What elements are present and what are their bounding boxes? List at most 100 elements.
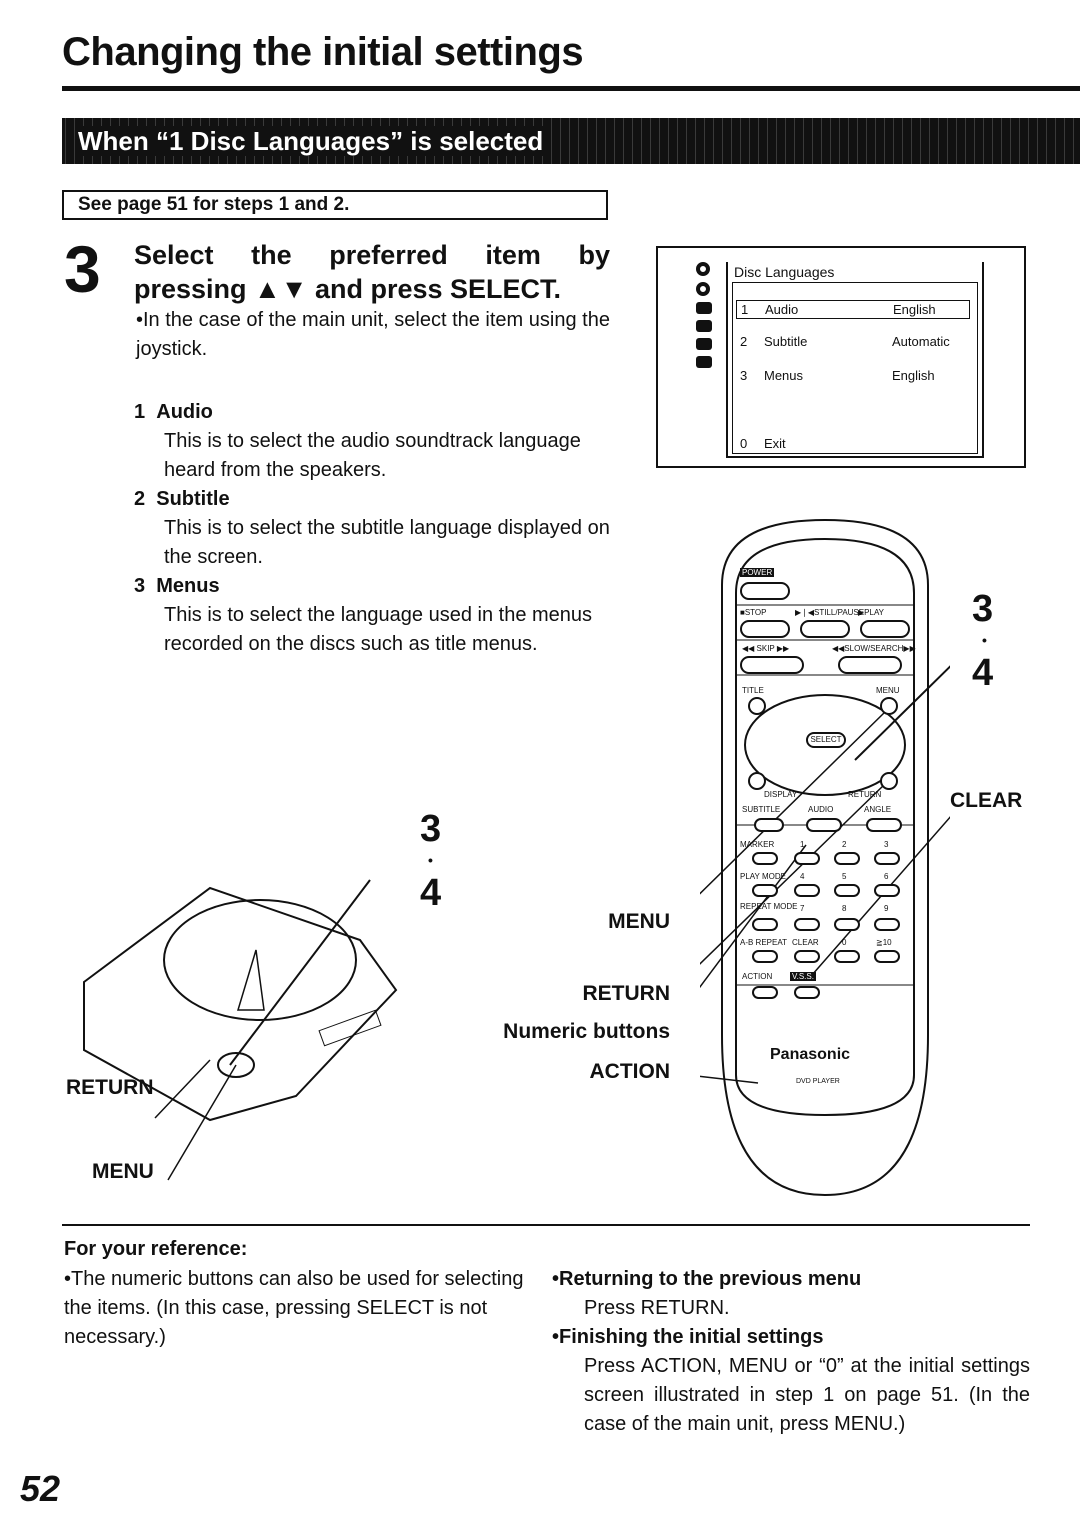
osd-row-value: English [893,302,936,317]
num-8-button[interactable] [834,918,860,931]
step-note: •In the case of the main unit, select th… [136,309,610,360]
callout-numeric-buttons: Numeric buttons [503,1020,670,1043]
return-label: RETURN [848,790,882,799]
num-7-label: 7 [800,904,805,913]
num-2-button[interactable] [834,852,860,865]
page-title: Changing the initial settings [62,30,584,74]
power-button[interactable] [740,582,790,600]
step-heading-word: the [251,240,292,270]
osd-row-label: Audio [765,302,799,317]
step-heading-word: Select [134,240,214,270]
audio-label: AUDIO [808,805,834,814]
num-6-button[interactable] [874,884,900,897]
callout-action: ACTION [589,1060,671,1083]
title-rule [62,86,1080,91]
clear-button[interactable] [794,950,820,963]
osd-row-label: Subtitle [764,334,808,349]
subtitle-button[interactable] [754,818,784,832]
reference-item-body: Press ACTION, MENU or “0” at the initial… [584,1355,1030,1435]
step-heading-line2: pressing ▲▼ and press SELECT. [134,274,562,304]
play-mode-button[interactable] [752,884,778,897]
callout-menu: MENU [608,910,670,933]
num-0-label: 0 [842,938,847,947]
return-button[interactable] [880,772,898,790]
remote-step-3: 3 [972,588,994,630]
reference-item-head: •Returning to the previous menu [552,1268,862,1290]
step-heading-word: item [485,240,541,270]
angle-label: ANGLE [864,805,892,814]
num-1-button[interactable] [794,852,820,865]
action-label: ACTION [742,972,773,981]
unit-callout-return: RETURN [66,1076,154,1099]
vss-label: V.S.S. [790,972,816,981]
stop-button[interactable] [740,620,790,638]
item-number: 3 [134,575,146,597]
reference-right: •Returning to the previous menu Press RE… [552,1265,1030,1439]
item-label: Menus [156,575,220,597]
remote-illustration [700,518,950,1197]
title-button[interactable] [748,697,766,715]
item-number: 2 [134,488,146,510]
ab-repeat-label: A-B REPEAT [740,938,787,947]
num-7-button[interactable] [794,918,820,931]
skip-button[interactable] [740,656,804,674]
divider [62,1224,1030,1226]
osd-side-icons [696,262,718,374]
remote-model: DVD PLAYER [796,1078,840,1085]
num-4-label: 4 [800,872,805,881]
osd-row-num: 3 [740,368,748,383]
page-number: 52 [20,1468,61,1509]
repeat-mode-label: REPEAT MODE [740,902,798,911]
slow-search-label: ◀◀SLOW/SEARCH▶▶ [832,644,916,653]
num-0-button[interactable] [834,950,860,963]
angle-button[interactable] [866,818,902,832]
num-3-label: 3 [884,840,889,849]
skip-label: ◀◀ SKIP ▶▶ [742,644,790,653]
vss-button[interactable] [794,986,820,999]
audio-button[interactable] [806,818,842,832]
osd-row-audio[interactable]: 1 Audio English [736,300,970,319]
osd-row-subtitle[interactable]: 2 Subtitle Automatic [740,334,970,349]
remote-brand: Panasonic [770,1046,851,1063]
subtitle-label: SUBTITLE [742,805,781,814]
select-button[interactable]: SELECT [806,732,846,748]
osd-row-menus[interactable]: 3 Menus English [740,368,970,383]
num-10-button[interactable] [874,950,900,963]
num-8-label: 8 [842,904,847,913]
num-3-button[interactable] [874,852,900,865]
tape-icon [696,320,712,332]
item-number: 1 [134,401,146,423]
step-heading-word: preferred [329,240,448,270]
num-1-label: 1 [800,840,805,849]
power-label: POWER [740,568,775,577]
osd-row-exit[interactable]: 0 Exit [740,436,970,451]
osd-row-value: English [892,368,935,383]
main-unit-illustration [83,879,398,1181]
play-button[interactable] [860,620,910,638]
unit-callout-menu: MENU [92,1160,154,1183]
num-9-button[interactable] [874,918,900,931]
osd-row-label: Menus [764,368,804,383]
repeat-mode-button[interactable] [752,918,778,931]
num-4-button[interactable] [794,884,820,897]
disc-icon [696,262,710,276]
see-page-note: See page 51 for steps 1 and 2. [62,190,608,220]
play-label: ▶PLAY [858,608,885,617]
reference-item-head: •Finishing the initial settings [552,1326,824,1348]
still-pause-button[interactable] [800,620,850,638]
num-5-label: 5 [842,872,847,881]
menu-button[interactable] [880,697,898,715]
slow-search-button[interactable] [838,656,902,674]
item-label: Audio [156,401,213,423]
item-desc: This is to select the audio soundtrack l… [164,430,581,481]
osd-row-num: 2 [740,334,748,349]
display-button[interactable] [748,772,766,790]
ab-repeat-button[interactable] [752,950,778,963]
marker-button[interactable] [752,852,778,865]
settings-icon [696,356,712,368]
num-5-button[interactable] [834,884,860,897]
list-item: 1 Audio This is to select the audio soun… [134,398,614,485]
title-label: TITLE [742,686,764,695]
action-button[interactable] [752,986,778,999]
unit-step-3: 3 [420,808,442,850]
